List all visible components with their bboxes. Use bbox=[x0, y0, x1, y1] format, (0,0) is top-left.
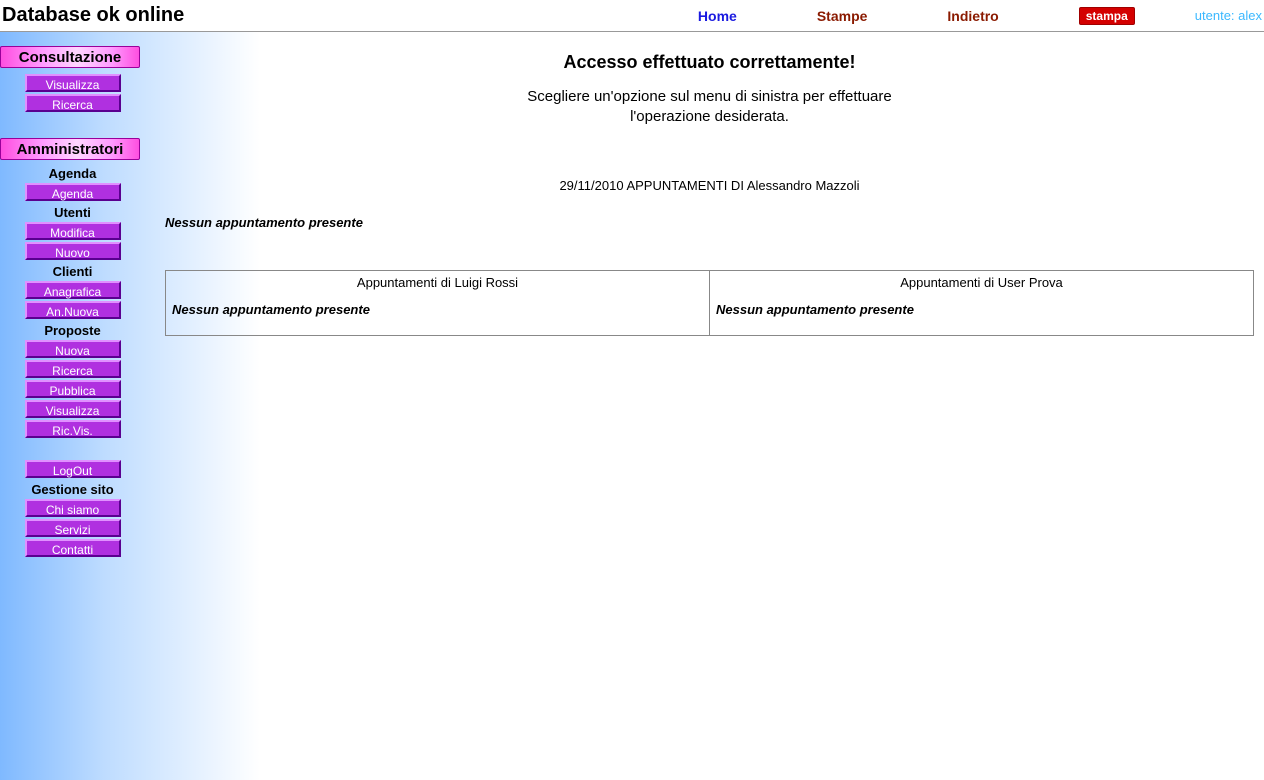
label-gestione-sito: Gestione sito bbox=[0, 482, 145, 497]
btn-logout[interactable]: LogOut bbox=[25, 460, 121, 478]
btn-ricerca[interactable]: Ricerca bbox=[25, 94, 121, 112]
top-bar: Database ok online Home Stampe Indietro … bbox=[0, 0, 1264, 32]
btn-an-nuova[interactable]: An.Nuova bbox=[25, 301, 121, 319]
btn-proposte-nuova[interactable]: Nuova bbox=[25, 340, 121, 358]
col1-title: Appuntamenti di Luigi Rossi bbox=[172, 275, 703, 290]
btn-proposte-pubblica[interactable]: Pubblica bbox=[25, 380, 121, 398]
btn-servizi[interactable]: Servizi bbox=[25, 519, 121, 537]
btn-nuovo[interactable]: Nuovo bbox=[25, 242, 121, 260]
section-consultazione: Consultazione bbox=[0, 46, 140, 68]
no-appointment-message: Nessun appuntamento presente bbox=[165, 215, 1254, 230]
nav-home-link[interactable]: Home bbox=[698, 8, 737, 24]
appointments-table: Appuntamenti di Luigi Rossi Nessun appun… bbox=[165, 270, 1254, 336]
label-clienti: Clienti bbox=[0, 264, 145, 279]
btn-proposte-ricvis[interactable]: Ric.Vis. bbox=[25, 420, 121, 438]
btn-modifica[interactable]: Modifica bbox=[25, 222, 121, 240]
top-nav: Home Stampe Indietro stampa bbox=[698, 7, 1135, 25]
stampa-button[interactable]: stampa bbox=[1079, 7, 1135, 25]
label-utenti: Utenti bbox=[0, 205, 145, 220]
user-label: utente: alex bbox=[1195, 8, 1262, 23]
btn-agenda[interactable]: Agenda bbox=[25, 183, 121, 201]
col2-title: Appuntamenti di User Prova bbox=[716, 275, 1247, 290]
welcome-headline: Accesso effettuato correttamente! bbox=[165, 52, 1254, 73]
subline-2: l'operazione desiderata. bbox=[630, 108, 789, 125]
label-agenda: Agenda bbox=[0, 166, 145, 181]
appointments-title: 29/11/2010 APPUNTAMENTI DI Alessandro Ma… bbox=[165, 178, 1254, 193]
welcome-subline: Scegliere un'opzione sul menu di sinistr… bbox=[165, 87, 1254, 128]
site-title: Database ok online bbox=[2, 4, 184, 27]
subline-1: Scegliere un'opzione sul menu di sinistr… bbox=[527, 88, 891, 105]
table-cell-luigi: Appuntamenti di Luigi Rossi Nessun appun… bbox=[166, 270, 710, 335]
nav-stampe-link[interactable]: Stampe bbox=[817, 8, 868, 24]
nav-indietro-link[interactable]: Indietro bbox=[947, 8, 998, 24]
section-amministratori: Amministratori bbox=[0, 138, 140, 160]
sidebar: Consultazione Visualizza Ricerca Amminis… bbox=[0, 32, 145, 780]
btn-proposte-ricerca[interactable]: Ricerca bbox=[25, 360, 121, 378]
main-content: Accesso effettuato correttamente! Scegli… bbox=[145, 32, 1264, 336]
btn-proposte-visualizza[interactable]: Visualizza bbox=[25, 400, 121, 418]
btn-anagrafica[interactable]: Anagrafica bbox=[25, 281, 121, 299]
col2-message: Nessun appuntamento presente bbox=[716, 302, 1247, 317]
btn-contatti[interactable]: Contatti bbox=[25, 539, 121, 557]
col1-message: Nessun appuntamento presente bbox=[172, 302, 703, 317]
table-cell-userprova: Appuntamenti di User Prova Nessun appunt… bbox=[710, 270, 1254, 335]
btn-visualizza[interactable]: Visualizza bbox=[25, 74, 121, 92]
btn-chi-siamo[interactable]: Chi siamo bbox=[25, 499, 121, 517]
label-proposte: Proposte bbox=[0, 323, 145, 338]
